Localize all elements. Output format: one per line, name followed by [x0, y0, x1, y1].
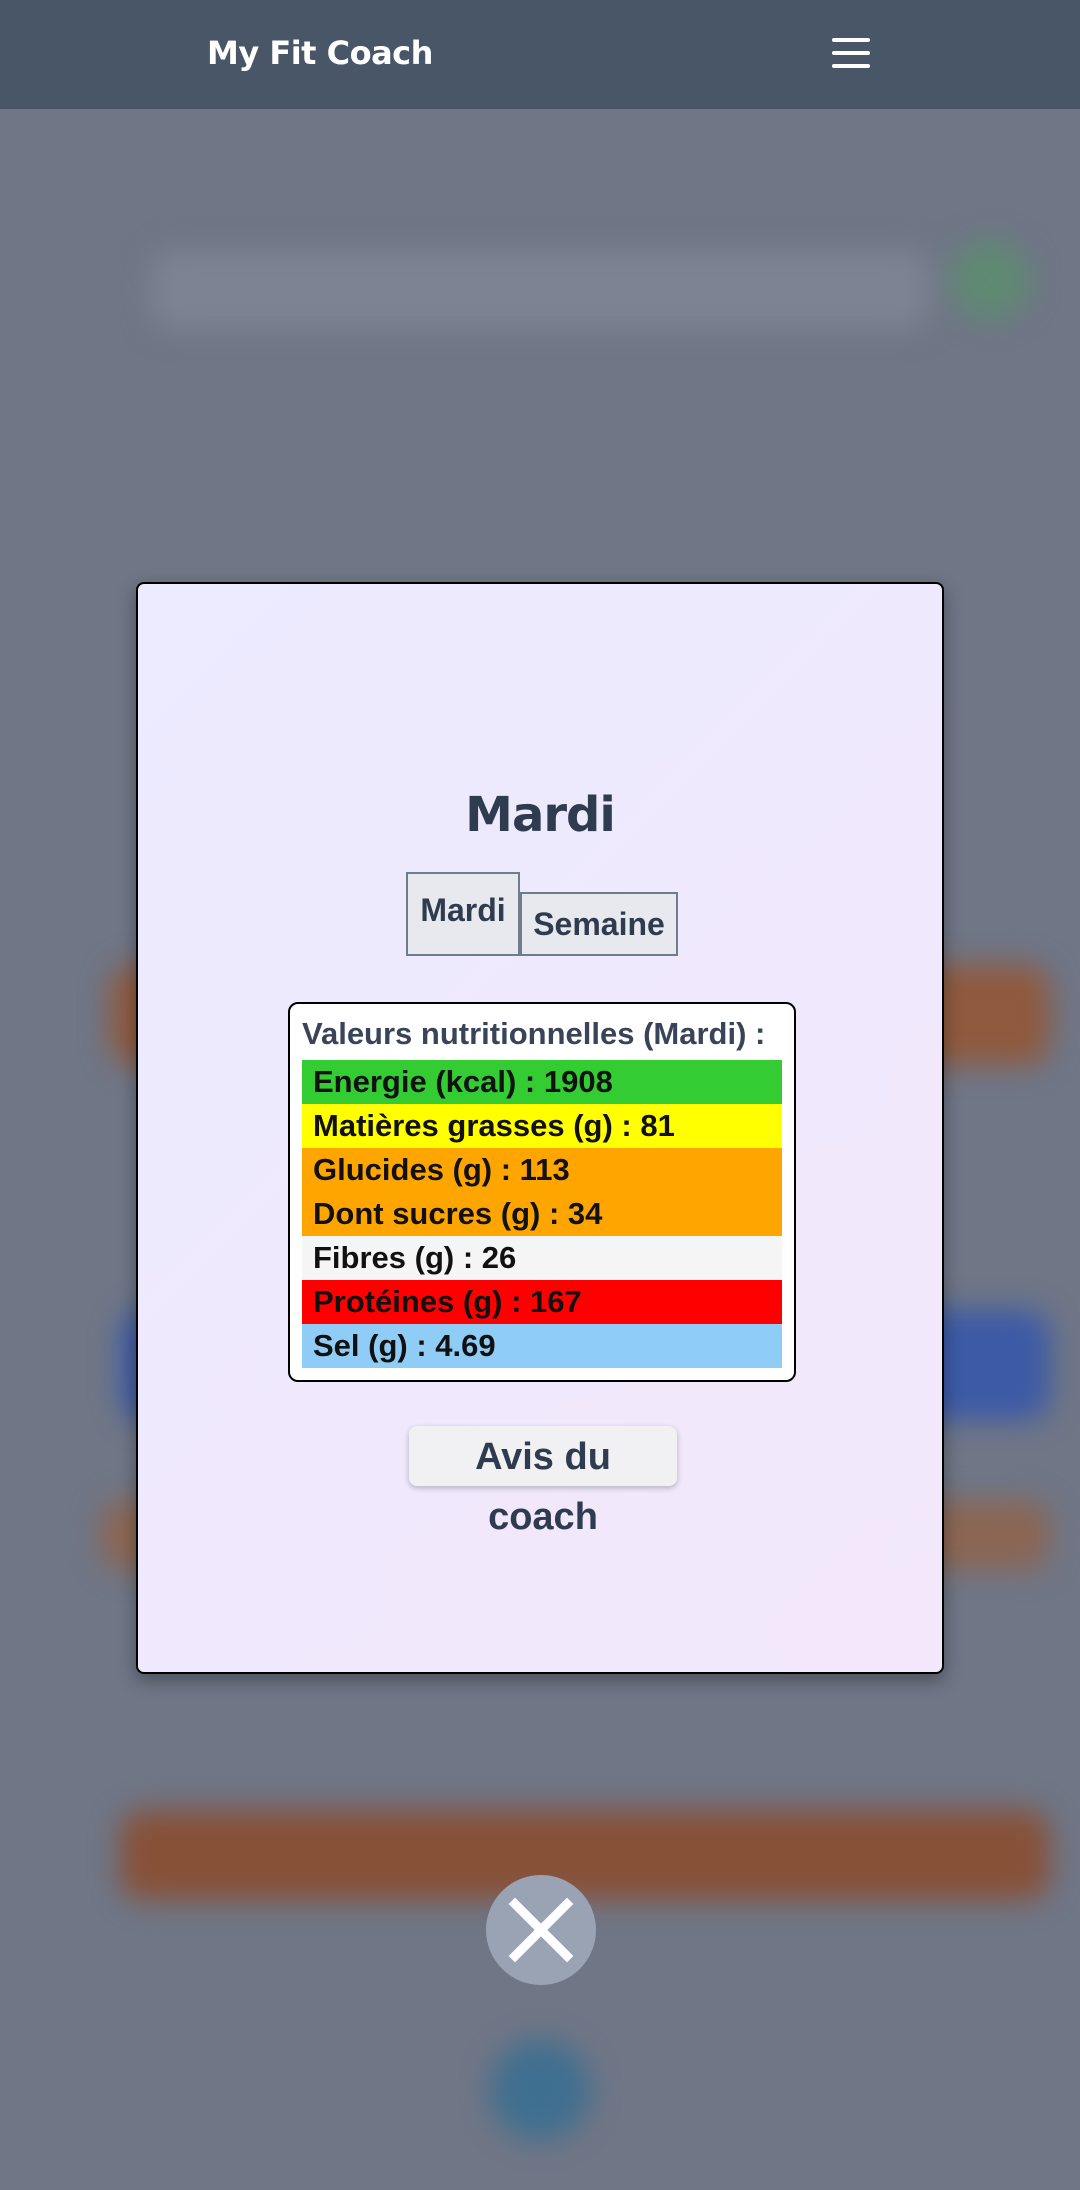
close-icon: [508, 1897, 574, 1963]
app-header: My Fit Coach: [0, 0, 1080, 109]
modal-title: Mardi: [465, 787, 616, 843]
app-brand[interactable]: My Fit Coach: [207, 34, 433, 72]
nutrition-row-proteines: Protéines (g) : 167: [302, 1280, 782, 1324]
background-round-button: [490, 2040, 590, 2140]
background-search-bar: [150, 250, 930, 330]
nutrition-values-box: Valeurs nutritionnelles (Mardi) : Energi…: [288, 1002, 796, 1382]
nutrition-row-matieres-grasses: Matières grasses (g) : 81: [302, 1104, 782, 1148]
tab-semaine[interactable]: Semaine: [520, 892, 678, 956]
nutrition-title: Valeurs nutritionnelles (Mardi) :: [302, 1016, 766, 1051]
tab-mardi[interactable]: Mardi: [406, 872, 520, 956]
nutrition-row-fibres: Fibres (g) : 26: [302, 1236, 782, 1280]
nutrition-row-dont-sucres: Dont sucres (g) : 34: [302, 1192, 782, 1236]
close-button[interactable]: [486, 1875, 596, 1985]
nutrition-row-energie: Energie (kcal) : 1908: [302, 1060, 782, 1104]
background-avatar: [950, 240, 1030, 320]
nutrition-row-glucides: Glucides (g) : 113: [302, 1148, 782, 1192]
nutrition-row-sel: Sel (g) : 4.69: [302, 1324, 782, 1368]
nutrition-modal: Mardi Mardi Semaine Valeurs nutritionnel…: [136, 582, 944, 1674]
coach-advice-button[interactable]: Avis du coach: [409, 1426, 677, 1538]
hamburger-menu-icon[interactable]: [832, 38, 872, 70]
